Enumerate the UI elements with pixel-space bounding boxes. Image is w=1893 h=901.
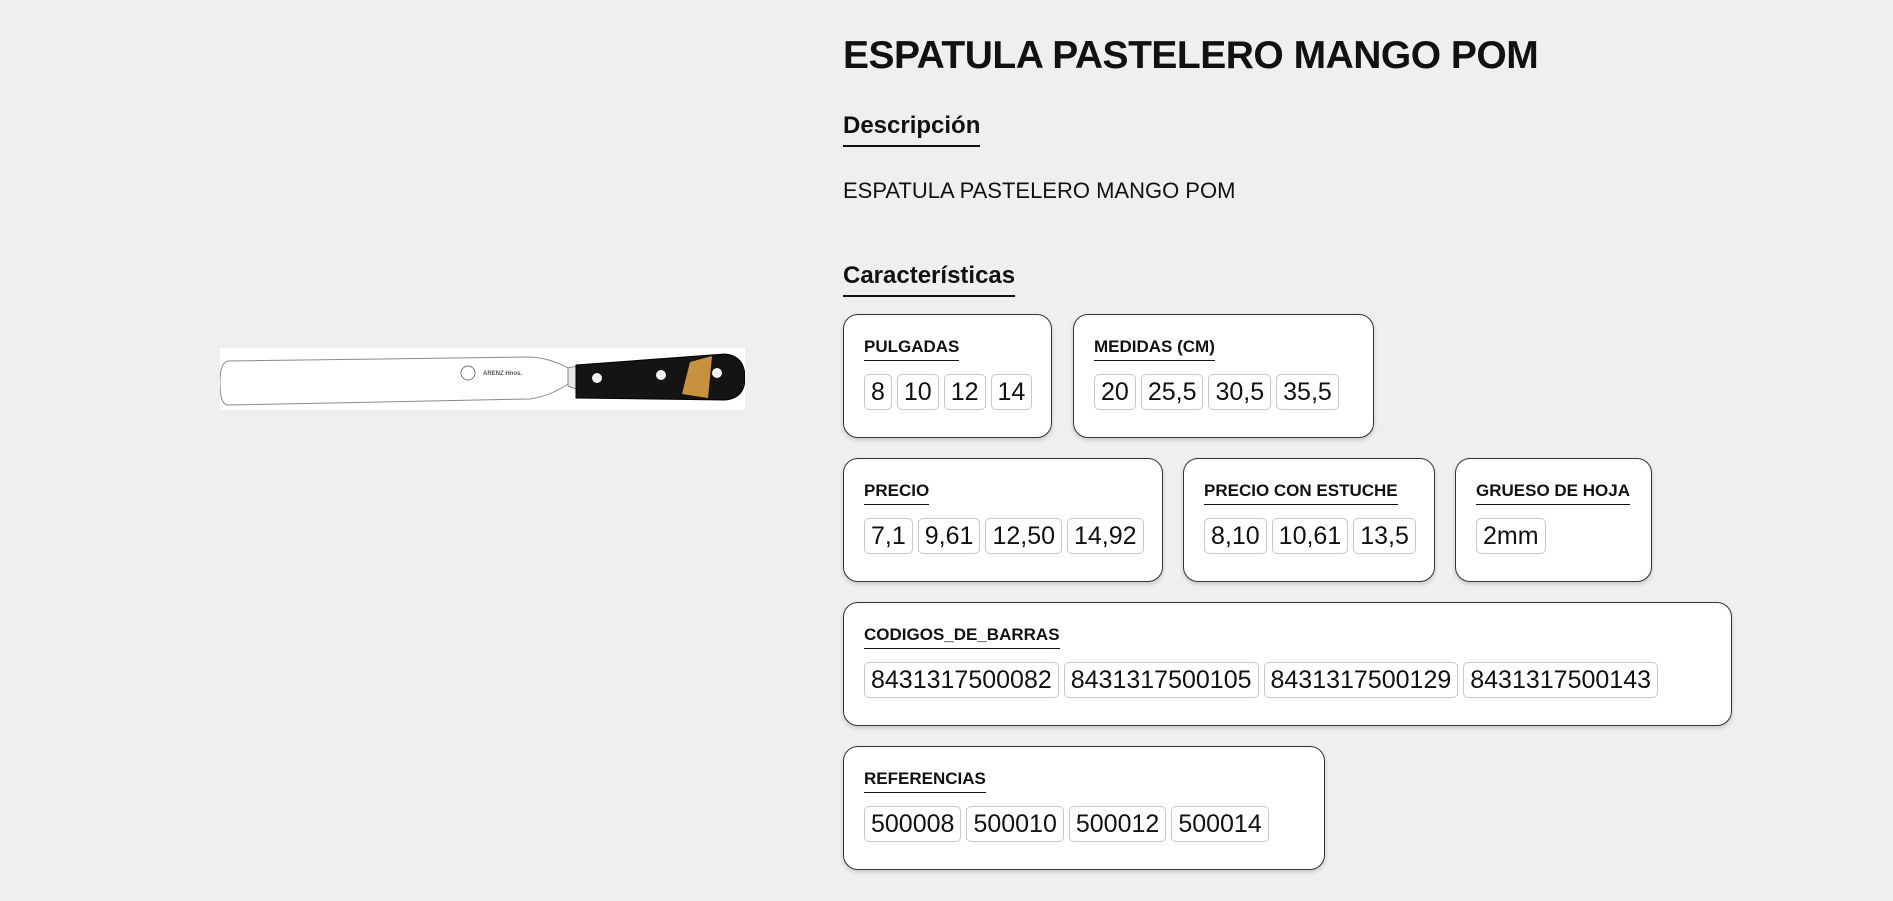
card-referencias: REFERENCIAS 500008 500010 500012 500014 (843, 746, 1325, 870)
value-chip: 9,61 (917, 518, 981, 554)
value-chip: 10 (896, 374, 939, 410)
value-chip: 2mm (1476, 518, 1546, 554)
card-grueso-de-hoja: GRUESO DE HOJA 2mm (1455, 458, 1652, 582)
card-pulgadas: PULGADAS 8 10 12 14 (843, 314, 1052, 438)
value-chip: 7,1 (864, 518, 913, 554)
card-precio: PRECIO 7,1 9,61 12,50 14,92 (843, 458, 1163, 582)
card-codigos-de-barras: CODIGOS_DE_BARRAS 8431317500082 84313175… (843, 602, 1732, 726)
chip-list: 8431317500082 8431317500105 843131750012… (864, 662, 1711, 698)
spatula-stamp-label: ARENZ Hnos. (483, 371, 522, 377)
value-chip: 500014 (1171, 806, 1269, 842)
card-label: PULGADAS (864, 337, 960, 361)
value-chip: 14,92 (1067, 518, 1144, 554)
value-chip: 20 (1094, 374, 1136, 410)
value-chip: 500012 (1068, 806, 1167, 842)
chip-list: 7,1 9,61 12,50 14,92 (864, 518, 1144, 554)
card-label: PRECIO (864, 481, 930, 505)
card-medidas: MEDIDAS (CM) 20 25,5 30,5 35,5 (1073, 314, 1374, 438)
value-chip: 500008 (864, 806, 962, 842)
value-chip: 500010 (966, 806, 1064, 842)
value-chip: 12 (943, 374, 986, 410)
chip-list: 2mm (1476, 518, 1631, 554)
card-label: REFERENCIAS (864, 769, 986, 793)
value-chip: 8431317500143 (1463, 662, 1658, 698)
product-image: ARENZ Hnos. (220, 348, 745, 410)
card-label: GRUESO DE HOJA (1476, 481, 1630, 505)
value-chip: 10,61 (1271, 518, 1349, 554)
card-label: PRECIO CON ESTUCHE (1204, 481, 1398, 505)
value-chip: 8,10 (1204, 518, 1267, 554)
page-title: ESPATULA PASTELERO MANGO POM (843, 34, 1539, 77)
chip-list: 8,10 10,61 13,5 (1204, 518, 1416, 554)
value-chip: 35,5 (1276, 374, 1339, 410)
characteristics-heading: Características (843, 262, 1016, 297)
chip-list: 20 25,5 30,5 35,5 (1094, 374, 1353, 410)
chip-list: 500008 500010 500012 500014 (864, 806, 1304, 842)
value-chip: 13,5 (1353, 518, 1416, 554)
card-precio-con-estuche: PRECIO CON ESTUCHE 8,10 10,61 13,5 (1183, 458, 1435, 582)
chip-list: 8 10 12 14 (864, 374, 1033, 410)
value-chip: 12,50 (985, 518, 1062, 554)
description-text: ESPATULA PASTELERO MANGO POM (843, 178, 1236, 203)
value-chip: 8 (864, 374, 892, 410)
value-chip: 8431317500129 (1263, 662, 1459, 698)
value-chip: 8431317500105 (1063, 662, 1259, 698)
spatula-image: ARENZ Hnos. (220, 348, 745, 410)
description-heading: Descripción (843, 112, 981, 147)
value-chip: 25,5 (1140, 374, 1204, 410)
card-label: MEDIDAS (CM) (1094, 337, 1215, 361)
value-chip: 14 (990, 374, 1033, 410)
value-chip: 8431317500082 (864, 662, 1059, 698)
card-label: CODIGOS_DE_BARRAS (864, 625, 1060, 649)
value-chip: 30,5 (1208, 374, 1272, 410)
